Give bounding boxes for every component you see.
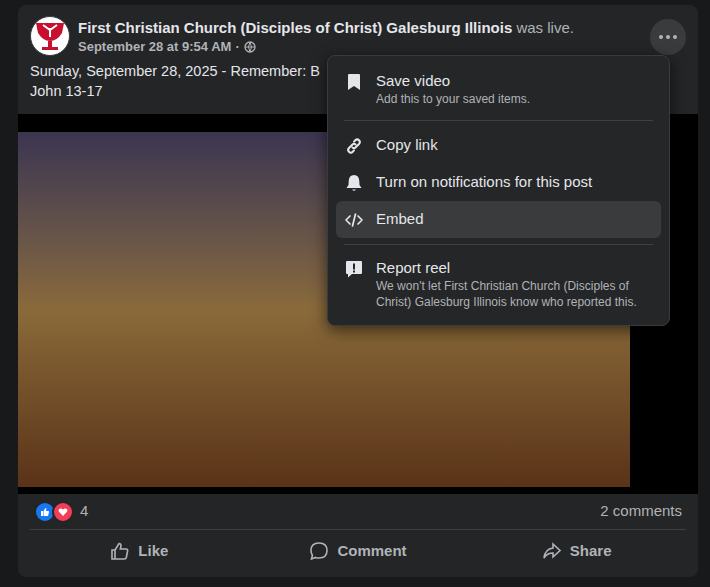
menu-item-label: Embed (376, 209, 653, 229)
menu-item-label: Copy link (376, 135, 653, 155)
comment-button[interactable]: Comment (249, 534, 468, 568)
separator: · (235, 38, 239, 56)
menu-divider (344, 244, 653, 245)
action-label: Like (138, 540, 168, 563)
post-options-menu: Save videoAdd this to your saved items. C… (327, 55, 670, 326)
comment-count[interactable]: 2 comments (600, 500, 682, 523)
menu-item[interactable]: Copy link (336, 127, 661, 164)
menu-item[interactable]: Turn on notifications for this post (336, 164, 661, 201)
menu-item[interactable]: Embed (336, 201, 661, 238)
page-avatar-icon[interactable] (30, 16, 70, 56)
menu-item-label: Report reel (376, 258, 653, 278)
bell-icon (344, 173, 364, 193)
like-button[interactable]: Like (30, 534, 249, 568)
menu-item-label: Save video (376, 71, 653, 91)
like-icon (110, 541, 130, 561)
report-icon (344, 259, 364, 279)
post-card: First Christian Church (Disciples of Chr… (18, 5, 698, 577)
menu-item-subtitle: We won't let First Christian Church (Dis… (376, 278, 653, 310)
menu-item[interactable]: Save videoAdd this to your saved items. (336, 64, 661, 114)
page-name[interactable]: First Christian Church (Disciples of Chr… (78, 19, 512, 36)
action-label: Comment (337, 540, 406, 563)
menu-item-label: Turn on notifications for this post (376, 172, 653, 192)
timestamp[interactable]: September 28 at 9:54 AM (78, 38, 231, 56)
link-icon (344, 136, 364, 156)
globe-icon (244, 41, 256, 53)
share-icon (542, 541, 562, 561)
comment-icon (309, 541, 329, 561)
post-action: was live. (516, 19, 574, 36)
action-label: Share (570, 540, 612, 563)
more-options-icon[interactable] (650, 19, 686, 55)
reaction-count[interactable]: 4 (80, 500, 88, 523)
share-button[interactable]: Share (467, 534, 686, 568)
love-reaction-icon (52, 501, 74, 523)
menu-item-subtitle: Add this to your saved items. (376, 91, 653, 107)
menu-divider (344, 120, 653, 121)
code-icon (344, 210, 364, 230)
menu-item[interactable]: Report reelWe won't let First Christian … (336, 251, 661, 317)
bookmark-icon (344, 72, 364, 92)
